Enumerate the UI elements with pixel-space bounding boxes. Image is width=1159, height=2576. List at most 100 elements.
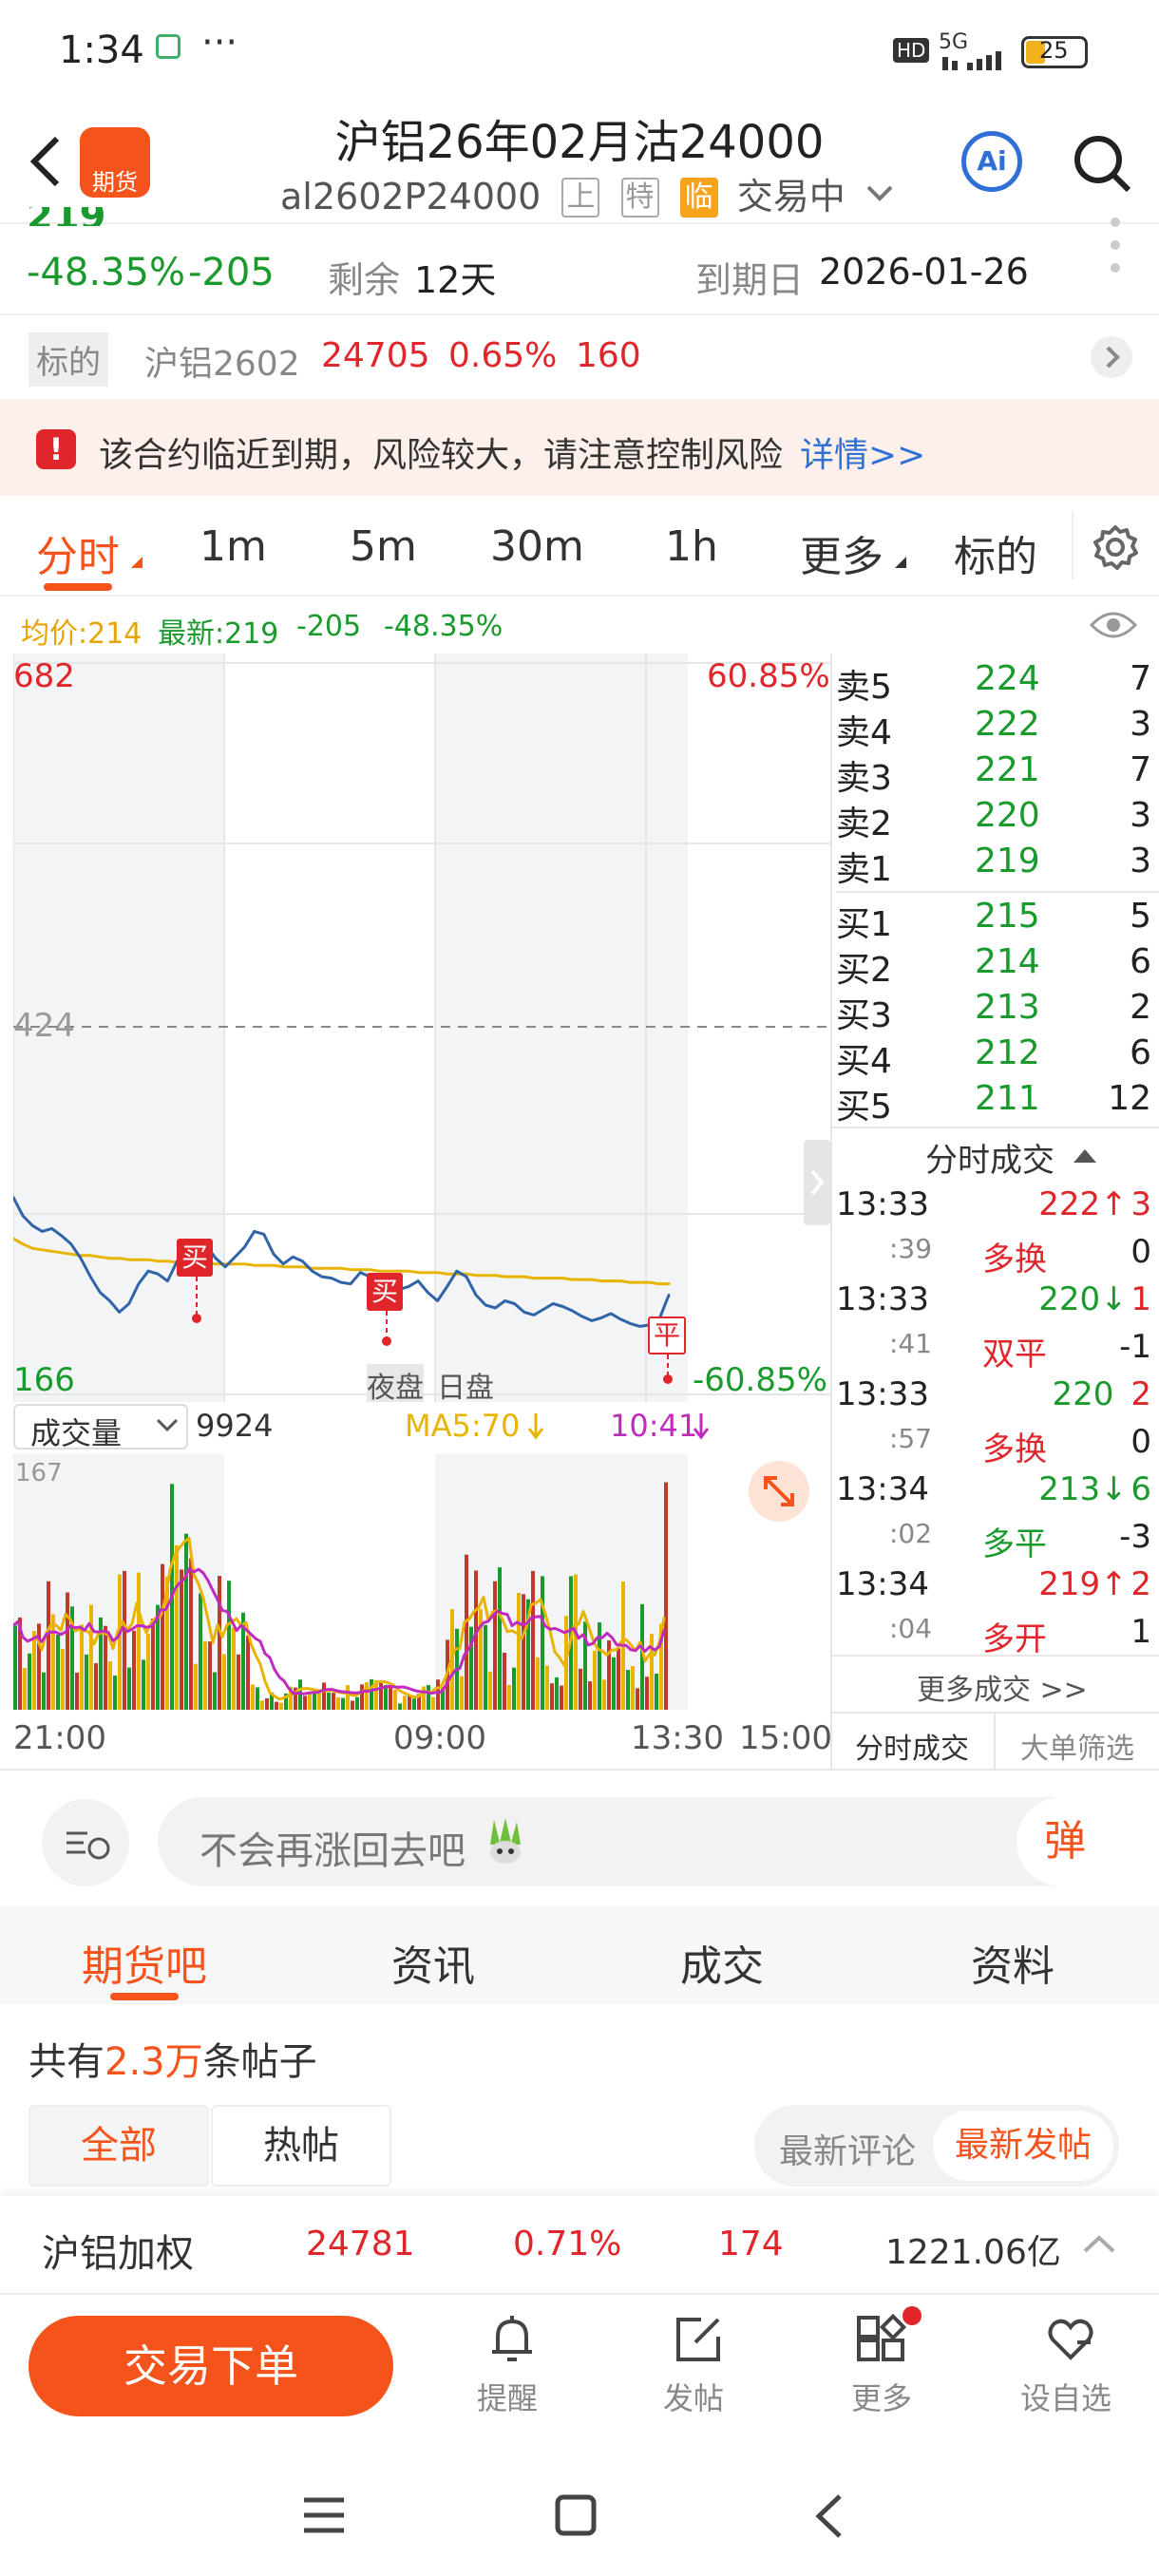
tab-large-orders[interactable]: 大单筛选 — [1020, 1725, 1134, 1767]
comment-input[interactable]: 不会再涨回去吧 弹 — [158, 1797, 1113, 1886]
volume-bar — [512, 1667, 516, 1710]
ask-row[interactable]: 卖2 220 3 — [836, 796, 1159, 843]
tab-forum[interactable]: 期货吧 — [82, 1932, 207, 1993]
volume-bar — [146, 1633, 150, 1710]
app-logo: 期货 — [80, 127, 150, 198]
ask-row[interactable]: 卖1 219 3 — [836, 842, 1159, 889]
volume-bar — [151, 1619, 155, 1710]
menu-icon[interactable] — [302, 2496, 346, 2538]
quote-summary: 219 -48.35% -205 剩余 12天 到期日 2026-01-26 — [0, 207, 1159, 319]
home-icon[interactable] — [555, 2494, 597, 2540]
nav-remind[interactable]: 提醒 — [454, 2306, 568, 2420]
volume-bar — [232, 1627, 236, 1710]
nav-post[interactable]: 发帖 — [640, 2306, 754, 2420]
warning-details-link[interactable]: 详情>> — [800, 427, 925, 477]
tab-news[interactable]: 资讯 — [391, 1932, 475, 1993]
tab-1h[interactable]: 1h — [665, 522, 718, 571]
bid-row[interactable]: 买4 212 6 — [836, 1033, 1159, 1081]
tab-profile[interactable]: 资料 — [971, 1932, 1054, 1993]
volume-bar — [265, 1698, 269, 1710]
tab-tick-trades[interactable]: 分时成交 — [855, 1725, 969, 1767]
tag-expiring: 临 — [679, 178, 718, 218]
trade-row: 13:34 219↑ 2 — [836, 1565, 1151, 1603]
tab-more[interactable]: 更多 — [800, 522, 884, 583]
more-vertical-icon[interactable] — [1110, 215, 1121, 281]
volume-bar — [108, 1661, 112, 1710]
y-min-pct: -60.85% — [693, 1361, 827, 1399]
tag-special: 特 — [620, 178, 659, 218]
underlying-pct: 0.65% — [448, 336, 558, 375]
nav-more[interactable]: 更多 — [825, 2306, 939, 2420]
nav-watchlist[interactable]: 设自选 — [1007, 2306, 1130, 2420]
danmaku-toggle-icon[interactable] — [42, 1799, 129, 1886]
sort-latest-comment[interactable]: 最新评论 — [779, 2124, 916, 2173]
volume-bar — [541, 1576, 544, 1710]
volume-bar — [336, 1696, 340, 1710]
tab-underlying[interactable]: 标的 — [954, 522, 1037, 583]
volume-bar — [431, 1696, 435, 1710]
back-icon[interactable] — [27, 133, 65, 194]
volume-bar — [42, 1672, 46, 1710]
eye-icon[interactable] — [1089, 608, 1138, 646]
tab-intraday[interactable]: 分时 — [36, 522, 120, 583]
volume-bar — [208, 1641, 212, 1710]
ai-assistant-icon[interactable]: Ai — [961, 131, 1022, 192]
nav-remind-label: 提醒 — [477, 2380, 539, 2416]
index-bar[interactable]: 沪铝加权 24781 0.71% 174 1221.06亿 — [0, 2196, 1159, 2295]
y-min-label: 166 — [13, 1361, 75, 1399]
indicator-selector[interactable]: 成交量 — [13, 1404, 188, 1451]
risk-warning-banner[interactable]: ! 该合约临近到期，风险较大，请注意控制风险 详情>> — [0, 399, 1159, 496]
buy-marker[interactable]: 买 — [177, 1239, 213, 1277]
volume-bar — [517, 1593, 521, 1710]
volume-bar — [161, 1563, 164, 1710]
tab-30m[interactable]: 30m — [490, 522, 584, 571]
filter-all[interactable]: 全部 — [28, 2105, 209, 2187]
danmaku-button[interactable]: 弹 — [1016, 1797, 1113, 1886]
sort-latest-post[interactable]: 最新发帖 — [933, 2111, 1113, 2181]
ask-row[interactable]: 卖3 221 7 — [836, 750, 1159, 798]
back-nav-icon[interactable] — [813, 2492, 846, 2544]
expand-panel-handle-icon[interactable] — [804, 1140, 830, 1225]
contract-subtitle[interactable]: al2602P24000 上 特 临 交易中 — [280, 167, 893, 219]
ask-row[interactable]: 卖4 222 3 — [836, 705, 1159, 752]
ask-row[interactable]: 卖5 224 7 — [836, 659, 1159, 707]
chevron-up-icon[interactable] — [1083, 2234, 1115, 2259]
header: 期货 沪铝26年02月沽24000 al2602P24000 上 特 临 交易中… — [0, 104, 1159, 224]
volume-bar — [498, 1567, 502, 1710]
buy-marker-2[interactable]: 买 — [367, 1273, 403, 1311]
volume-value: 9924 — [196, 1408, 274, 1444]
ma10-label: 10:41 — [610, 1408, 698, 1444]
expand-arrows-icon[interactable] — [749, 1461, 809, 1522]
bid-row[interactable]: 买5 211 12 — [836, 1079, 1159, 1127]
bid-row[interactable]: 买1 215 5 — [836, 897, 1159, 944]
remain-label: 剩余 — [328, 259, 401, 301]
volume-bar — [493, 1581, 497, 1710]
day-session-label: 日盘 — [437, 1372, 494, 1405]
volume-bar — [61, 1649, 65, 1710]
volume-bar — [636, 1688, 639, 1710]
remain-value: 12天 — [414, 259, 497, 301]
tab-1m[interactable]: 1m — [200, 522, 267, 571]
filter-hot[interactable]: 热帖 — [211, 2105, 391, 2187]
trades-header[interactable]: 分时成交 — [832, 1128, 1159, 1180]
more-trades-link[interactable]: 更多成交 >> — [917, 1666, 1088, 1708]
volume-bar — [531, 1570, 535, 1710]
volume-bar — [332, 1693, 335, 1710]
volume-chart[interactable]: 167 — [13, 1453, 830, 1710]
volume-bar — [132, 1630, 136, 1710]
indicator-label: 成交量 — [30, 1415, 123, 1451]
volume-bar — [664, 1482, 668, 1710]
close-marker[interactable]: 平 — [648, 1316, 686, 1354]
place-order-button[interactable]: 交易下单 — [28, 2316, 393, 2416]
settings-gear-icon[interactable] — [1092, 524, 1138, 574]
volume-bar — [13, 1625, 17, 1710]
tab-5m[interactable]: 5m — [350, 522, 417, 571]
emoji-icon — [484, 1816, 526, 1866]
underlying-price: 24705 — [321, 336, 430, 375]
bid-row[interactable]: 买2 214 6 — [836, 942, 1159, 990]
tab-trades[interactable]: 成交 — [680, 1932, 764, 1993]
bid-row[interactable]: 买3 213 2 — [836, 988, 1159, 1035]
underlying-row[interactable]: 标的 沪铝2602 24705 0.65% 160 — [0, 317, 1159, 399]
price-chart[interactable]: 682 424 166 60.85% -60.85% 夜盘 日盘 买 买 平 — [13, 653, 830, 1406]
search-icon[interactable] — [1072, 133, 1132, 198]
